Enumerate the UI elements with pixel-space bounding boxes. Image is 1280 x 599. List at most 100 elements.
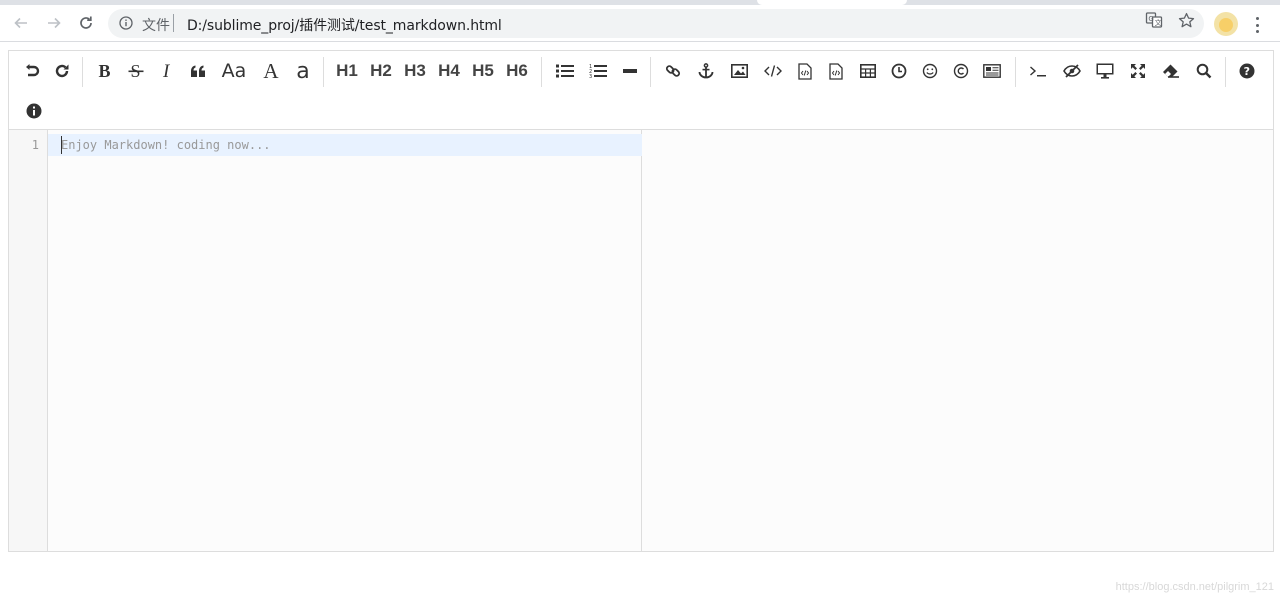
bookmark-button[interactable] [1176, 10, 1196, 30]
heading4-button[interactable]: H4 [436, 56, 462, 86]
table-icon [860, 64, 876, 78]
clear-button[interactable] [1160, 56, 1182, 86]
datetime-button[interactable] [888, 56, 910, 86]
newspaper-icon [983, 64, 1001, 78]
horizontal-rule-button[interactable] [619, 56, 641, 86]
preview-button[interactable] [1094, 56, 1116, 86]
info-button[interactable] [23, 96, 45, 126]
heading6-label: H6 [506, 61, 528, 80]
arrow-left-icon [14, 17, 27, 29]
preview-pane [642, 130, 1273, 551]
heading6-button[interactable]: H6 [504, 56, 530, 86]
svg-text:3: 3 [589, 74, 592, 79]
clock-icon [891, 63, 907, 79]
toolbar-divider [323, 57, 324, 87]
terminal-icon [1030, 66, 1046, 77]
anchor-button[interactable] [695, 56, 717, 86]
back-button[interactable] [8, 10, 34, 36]
markdown-editor: B S I Aa A a H1 H2 H3 H4 H5 H6 1 2 3 ? 1… [8, 50, 1274, 552]
goto-line-button[interactable] [1027, 56, 1049, 86]
image-icon [730, 64, 748, 78]
list-ol-icon: 123 [589, 64, 607, 79]
heading5-button[interactable]: H5 [470, 56, 496, 86]
svg-text:?: ? [1244, 65, 1250, 78]
heading2-button[interactable]: H2 [368, 56, 394, 86]
bold-button[interactable]: B [94, 56, 116, 86]
scheme-label: 文件 [142, 18, 170, 34]
bold-icon: B [99, 62, 111, 80]
browser-toolbar: 文件 D:/sublime_proj/插件测试/test_markdown.ht… [0, 5, 1280, 42]
pagebreak-button[interactable] [981, 56, 1003, 86]
search-icon [1196, 63, 1212, 79]
link-button[interactable] [662, 56, 684, 86]
info-circle-icon[interactable] [119, 16, 133, 30]
heading1-label: H1 [336, 61, 358, 80]
toolbar-divider [1015, 57, 1016, 87]
avatar[interactable] [1214, 12, 1238, 36]
code-block-button[interactable] [795, 56, 815, 86]
code-icon [764, 65, 782, 77]
url-text[interactable]: D:/sublime_proj/插件测试/test_markdown.html [187, 15, 502, 35]
translate-button[interactable]: G文 [1144, 10, 1164, 30]
unordered-list-button[interactable] [554, 56, 576, 86]
heading4-label: H4 [438, 61, 460, 80]
undo-button[interactable] [21, 56, 43, 86]
kebab-dot [1255, 30, 1259, 33]
file-code-icon [798, 62, 812, 80]
redo-icon [55, 64, 69, 78]
uppercase-button[interactable]: A [261, 56, 281, 86]
svg-text:文: 文 [1155, 18, 1162, 27]
emoji-button[interactable] [919, 56, 941, 86]
file-code-icon [829, 62, 843, 80]
editor-toolbar: B S I Aa A a H1 H2 H3 H4 H5 H6 1 2 3 ? [9, 51, 1273, 130]
search-button[interactable] [1193, 56, 1215, 86]
reload-icon [80, 16, 92, 29]
lowercase-label: a [296, 58, 310, 84]
svg-text:G: G [1148, 15, 1153, 23]
arrow-right-icon [48, 17, 61, 29]
ordered-list-button[interactable]: 123 [587, 56, 609, 86]
star-icon [1178, 12, 1194, 27]
table-button[interactable] [857, 56, 879, 86]
redo-button[interactable] [51, 56, 73, 86]
image-button[interactable] [728, 56, 750, 86]
question-circle-icon: ? [1239, 63, 1255, 79]
kebab-menu-icon [1255, 17, 1259, 20]
code-block-lang-button[interactable] [826, 56, 846, 86]
line-number: 1 [31, 138, 39, 152]
lowercase-button[interactable]: a [293, 56, 313, 86]
eraser-icon [1163, 64, 1179, 78]
kebab-dot [1255, 23, 1259, 27]
address-bar[interactable]: 文件 D:/sublime_proj/插件测试/test_markdown.ht… [108, 9, 1204, 38]
avatar-face [1219, 18, 1233, 32]
toolbar-divider [650, 57, 651, 87]
browser-menu-button[interactable] [1249, 15, 1265, 35]
heading1-button[interactable]: H1 [334, 56, 360, 86]
heading3-button[interactable]: H3 [402, 56, 428, 86]
fullscreen-button[interactable] [1127, 56, 1149, 86]
inline-code-button[interactable] [762, 56, 784, 86]
smile-icon [922, 63, 938, 79]
toolbar-divider [82, 57, 83, 87]
reload-button[interactable] [73, 10, 99, 36]
help-button[interactable]: ? [1236, 56, 1258, 86]
uppercase-label: A [263, 58, 279, 83]
forward-button[interactable] [41, 10, 67, 36]
heading5-label: H5 [472, 61, 494, 80]
toolbar-divider [1225, 57, 1226, 87]
link-icon [665, 65, 681, 77]
minus-icon [623, 69, 637, 73]
quote-icon [191, 65, 205, 77]
desktop-icon [1096, 63, 1114, 79]
italic-icon: I [162, 62, 171, 80]
expand-icon [1131, 64, 1145, 78]
eye-slash-icon [1063, 64, 1081, 78]
strikethrough-button[interactable]: S [125, 56, 147, 86]
font-size-button[interactable]: Aa [221, 56, 247, 86]
italic-button[interactable]: I [157, 56, 179, 86]
heading2-label: H2 [370, 61, 392, 80]
toggle-watch-button[interactable] [1061, 56, 1083, 86]
code-editor-pane[interactable]: Enjoy Markdown! coding now... [48, 130, 642, 551]
html-entities-button[interactable] [950, 56, 972, 86]
quote-button[interactable] [187, 56, 209, 86]
